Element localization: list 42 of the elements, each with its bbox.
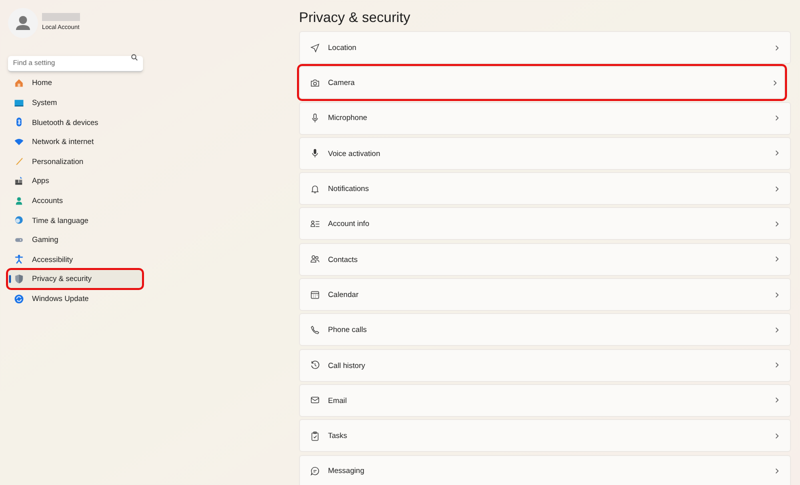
envelope-icon (310, 395, 320, 406)
nav-icon (14, 274, 24, 284)
chat-icon (310, 466, 320, 476)
clipboard-icon (310, 430, 320, 441)
chevron-right-icon (774, 362, 780, 368)
nav-icon (14, 78, 24, 88)
chevron-right-icon (772, 80, 778, 86)
calendar-icon (310, 290, 320, 300)
microphone-icon (310, 148, 320, 158)
nav-icon (14, 215, 24, 226)
chevron-right-icon (774, 115, 780, 122)
microphone-icon (310, 113, 320, 124)
nav-icon (14, 117, 24, 128)
chevron-right-icon (774, 256, 780, 262)
chevron-right-icon (774, 292, 780, 298)
chevron-right-icon (774, 432, 780, 439)
chevron-right-icon (774, 326, 780, 333)
nav-icon (14, 98, 24, 108)
people-icon (310, 254, 320, 264)
nav-icon (14, 156, 24, 166)
chevron-right-icon (774, 220, 780, 227)
avatar-icon (8, 8, 38, 38)
chevron-right-icon (774, 397, 780, 404)
search-icon (131, 54, 138, 60)
chevron-right-icon (774, 150, 780, 156)
nav-icon (14, 136, 24, 147)
camera-icon (310, 78, 320, 88)
nav-icon (14, 294, 24, 304)
send-icon (310, 42, 320, 52)
chevron-right-icon (774, 186, 780, 192)
bell-icon (310, 184, 320, 194)
nav-icon (14, 176, 24, 186)
page-title: Privacy & security (299, 9, 412, 26)
chevron-right-icon (774, 468, 780, 474)
redacted-name (42, 13, 80, 21)
nav-icon (14, 196, 24, 206)
phone-icon (310, 324, 320, 335)
chevron-right-icon (774, 44, 780, 50)
history-icon (310, 360, 320, 370)
selection-indicator (9, 274, 11, 283)
nav-icon (14, 254, 24, 264)
person-list-icon (310, 218, 320, 229)
